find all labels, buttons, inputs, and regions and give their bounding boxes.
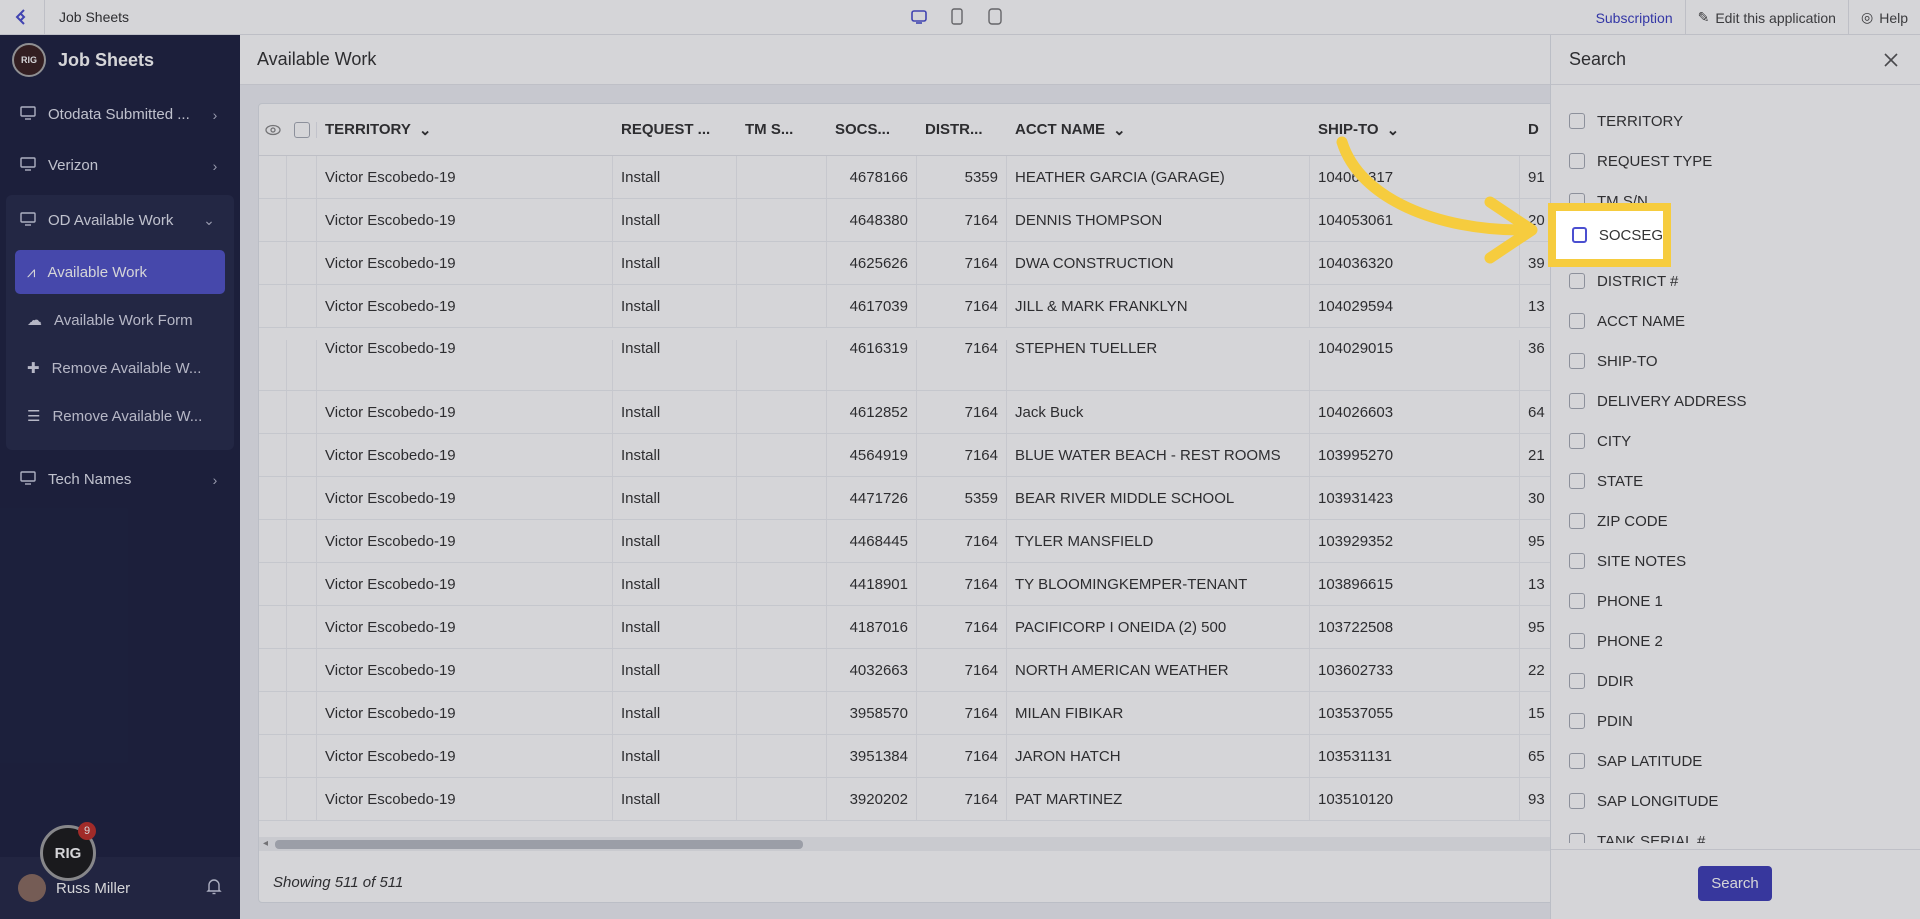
socseg-label: SOCSEG [1598,226,1663,244]
pointer-arrow-icon [1336,136,1538,264]
modal-backdrop[interactable] [0,0,1550,919]
panel-dim-overlay [1550,0,1920,919]
socseg-checkbox[interactable] [1572,227,1587,243]
highlighted-socseg-checkbox[interactable]: SOCSEG [1548,203,1671,267]
